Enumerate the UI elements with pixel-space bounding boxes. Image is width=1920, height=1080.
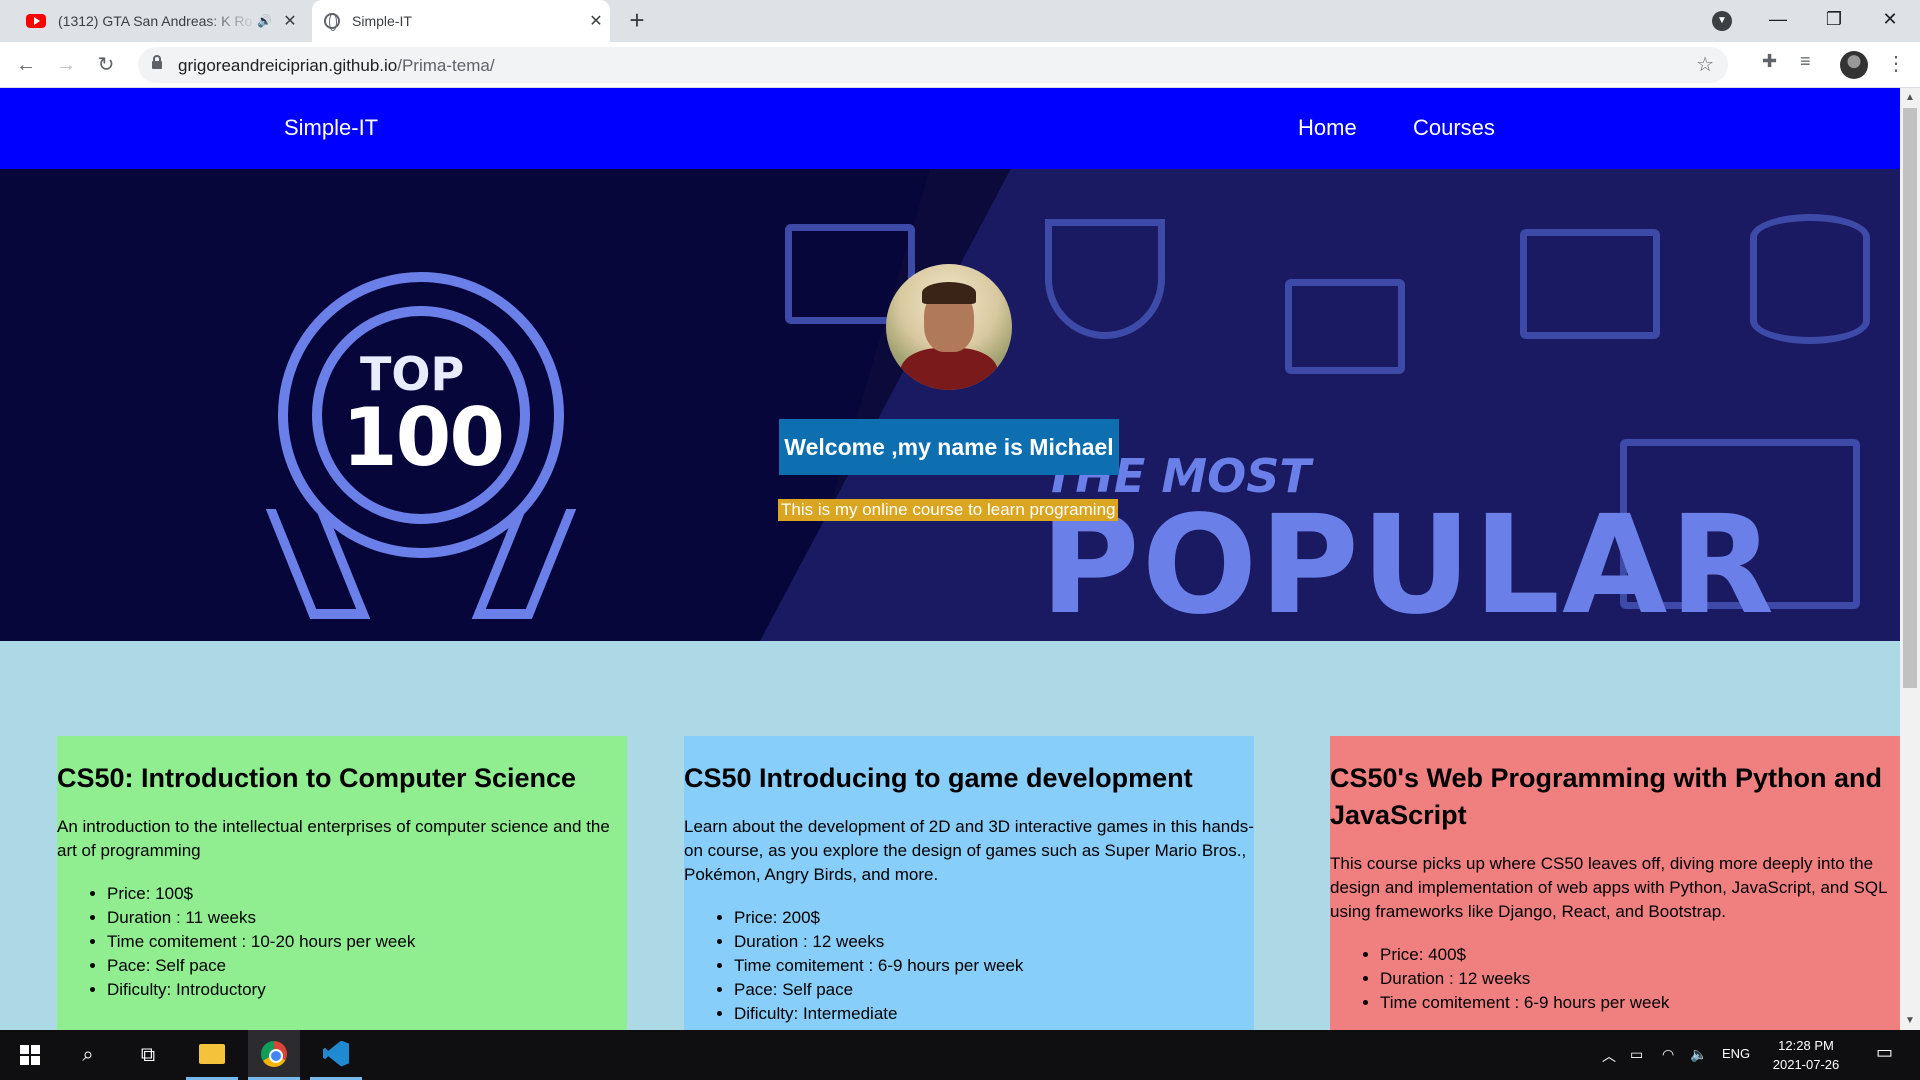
course-detail-item: Price: 400$ <box>1380 943 1900 967</box>
browser-toolbar: ← → ↻ grigoreandreiciprian.github.io/Pri… <box>0 42 1920 88</box>
globe-icon <box>324 13 340 31</box>
course-description: An introduction to the intellectual ente… <box>57 817 610 860</box>
vscode-taskbar-button[interactable] <box>310 1030 362 1080</box>
course-details-list: Price: 200$ Duration : 12 weeks Time com… <box>684 906 1254 1026</box>
system-clock[interactable]: 12:28 PM 2021-07-26 <box>1764 1036 1848 1074</box>
course-detail-item: Dificulty: Introductory <box>107 978 627 1002</box>
page-scrollbar[interactable]: ▲ ▼ <box>1900 88 1920 1030</box>
scroll-up-arrow-icon[interactable]: ▲ <box>1905 92 1915 103</box>
lock-icon[interactable] <box>152 55 162 69</box>
task-view-icon[interactable]: ⧉ <box>122 1030 174 1080</box>
scroll-thumb[interactable] <box>1903 108 1917 688</box>
course-detail-item: Duration : 11 weeks <box>107 906 627 930</box>
course-detail-item: Pace: Self pace <box>734 978 1254 1002</box>
close-tab-icon[interactable]: ✕ <box>582 11 610 31</box>
tray-chevron-up-icon[interactable]: ︿ <box>1602 1046 1616 1066</box>
reload-icon[interactable]: ↻ <box>90 49 122 81</box>
site-navbar: Simple-IT Home Courses <box>0 88 1900 169</box>
flask-decor-icon <box>1045 219 1165 339</box>
clock-time: 12:28 PM <box>1778 1038 1834 1053</box>
notifications-icon[interactable]: ▭ <box>1876 1042 1893 1063</box>
page-viewport: Simple-IT Home Courses TOP 100 THE MOST … <box>0 88 1900 1030</box>
course-card-game-dev: CS50 Introducing to game development Lea… <box>684 736 1254 1030</box>
tab-simple-it[interactable]: Simple-IT ✕ <box>312 0 610 42</box>
folder-icon <box>199 1043 225 1064</box>
tab-search-icon[interactable]: ▼ <box>1712 11 1732 31</box>
windows-logo-icon <box>20 1045 40 1065</box>
vscode-icon <box>323 1040 349 1067</box>
course-detail-item: Price: 200$ <box>734 906 1254 930</box>
url-host: grigoreandreiciprian.github.io <box>178 56 398 75</box>
course-description: This course picks up where CS50 leaves o… <box>1330 854 1887 921</box>
close-tab-icon[interactable]: ✕ <box>276 11 304 31</box>
media-queue-icon[interactable]: ≡ <box>1800 51 1811 72</box>
wifi-icon[interactable]: ◠ <box>1662 1046 1674 1063</box>
volume-icon[interactable]: 🔈 <box>1690 1046 1707 1063</box>
browser-tab-strip: (1312) GTA San Andreas: K Ro 🔊 ✕ Simple-… <box>0 0 1920 42</box>
search-icon[interactable]: ⌕ <box>62 1030 114 1080</box>
database-decor-icon <box>1750 214 1870 344</box>
audio-playing-icon[interactable]: 🔊 <box>257 14 272 28</box>
course-card-cs50-intro: CS50: Introduction to Computer Science A… <box>57 736 627 1030</box>
extensions-puzzle-icon[interactable]: ✚ <box>1762 51 1777 72</box>
course-title: CS50: Introduction to Computer Science <box>57 763 577 793</box>
nav-courses-link[interactable]: Courses <box>1413 115 1495 141</box>
course-title: CS50 Introducing to game development <box>684 763 1193 793</box>
clock-date: 2021-07-26 <box>1772 1057 1840 1072</box>
start-button[interactable] <box>4 1030 56 1080</box>
tab-title: Simple-IT <box>352 13 412 29</box>
url-text: grigoreandreiciprian.github.io/Prima-tem… <box>178 56 495 76</box>
course-details-list: Price: 100$ Duration : 11 weeks Time com… <box>57 882 627 1002</box>
course-detail-item: Pace: Self pace <box>107 954 627 978</box>
hero-banner: TOP 100 THE MOST POPULAR Welcome ,my nam… <box>0 169 1900 641</box>
pencil-cup-decor-icon <box>1285 279 1405 374</box>
course-detail-item: Time comitement : 6-9 hours per week <box>1380 991 1900 1015</box>
youtube-icon <box>26 14 46 28</box>
course-title: CS50's Web Programming with Python and J… <box>1330 763 1882 830</box>
file-explorer-button[interactable] <box>186 1030 238 1080</box>
profile-photo <box>886 264 1012 390</box>
menu-kebab-icon[interactable]: ⋮ <box>1886 51 1906 76</box>
url-path: /Prima-tema/ <box>397 56 495 75</box>
hero-tagline: This is my online course to learn progra… <box>778 499 1119 521</box>
welcome-heading: Welcome ,my name is Michael <box>779 419 1119 475</box>
course-detail-item: Dificulty: Intermediate <box>734 1002 1254 1026</box>
language-indicator[interactable]: ENG <box>1722 1046 1750 1061</box>
tab-title: (1312) GTA San Andreas: K Ro <box>58 13 253 29</box>
course-description: Learn about the development of 2D and 3D… <box>684 817 1254 884</box>
course-detail-item: Time comitement : 6-9 hours per week <box>734 954 1254 978</box>
nav-home-link[interactable]: Home <box>1298 115 1357 141</box>
profile-avatar[interactable] <box>1840 51 1868 79</box>
address-bar[interactable]: grigoreandreiciprian.github.io/Prima-tem… <box>138 47 1728 83</box>
battery-icon[interactable]: ▭ <box>1630 1046 1643 1063</box>
presentation-decor-icon <box>1520 229 1660 339</box>
banner-popular-text: POPULAR <box>1040 487 1777 641</box>
course-detail-item: Duration : 12 weeks <box>1380 967 1900 991</box>
course-details-list: Price: 400$ Duration : 12 weeks Time com… <box>1330 943 1900 1015</box>
forward-arrow-icon[interactable]: → <box>50 49 82 81</box>
tab-youtube[interactable]: (1312) GTA San Andreas: K Ro 🔊 ✕ <box>14 0 304 42</box>
badge-number-text: 100 <box>342 391 505 484</box>
maximize-button[interactable]: ❐ <box>1806 0 1862 40</box>
minimize-button[interactable]: — <box>1750 0 1806 40</box>
course-detail-item: Price: 100$ <box>107 882 627 906</box>
chrome-taskbar-button[interactable] <box>248 1030 300 1080</box>
course-detail-item: Duration : 12 weeks <box>734 930 1254 954</box>
new-tab-button[interactable]: + <box>622 6 652 36</box>
bookmark-star-icon[interactable]: ☆ <box>1696 52 1714 77</box>
course-card-web-programming: CS50's Web Programming with Python and J… <box>1330 736 1900 1030</box>
scroll-down-arrow-icon[interactable]: ▼ <box>1905 1015 1915 1026</box>
windows-taskbar: ⌕ ⧉ ︿ ▭ ◠ 🔈 ENG 12:28 PM 2021-07-26 ▭ <box>0 1030 1920 1080</box>
chrome-icon <box>261 1040 287 1067</box>
course-detail-item: Time comitement : 10-20 hours per week <box>107 930 627 954</box>
back-arrow-icon[interactable]: ← <box>10 49 42 81</box>
site-brand[interactable]: Simple-IT <box>284 115 378 141</box>
close-window-button[interactable]: ✕ <box>1862 0 1918 40</box>
